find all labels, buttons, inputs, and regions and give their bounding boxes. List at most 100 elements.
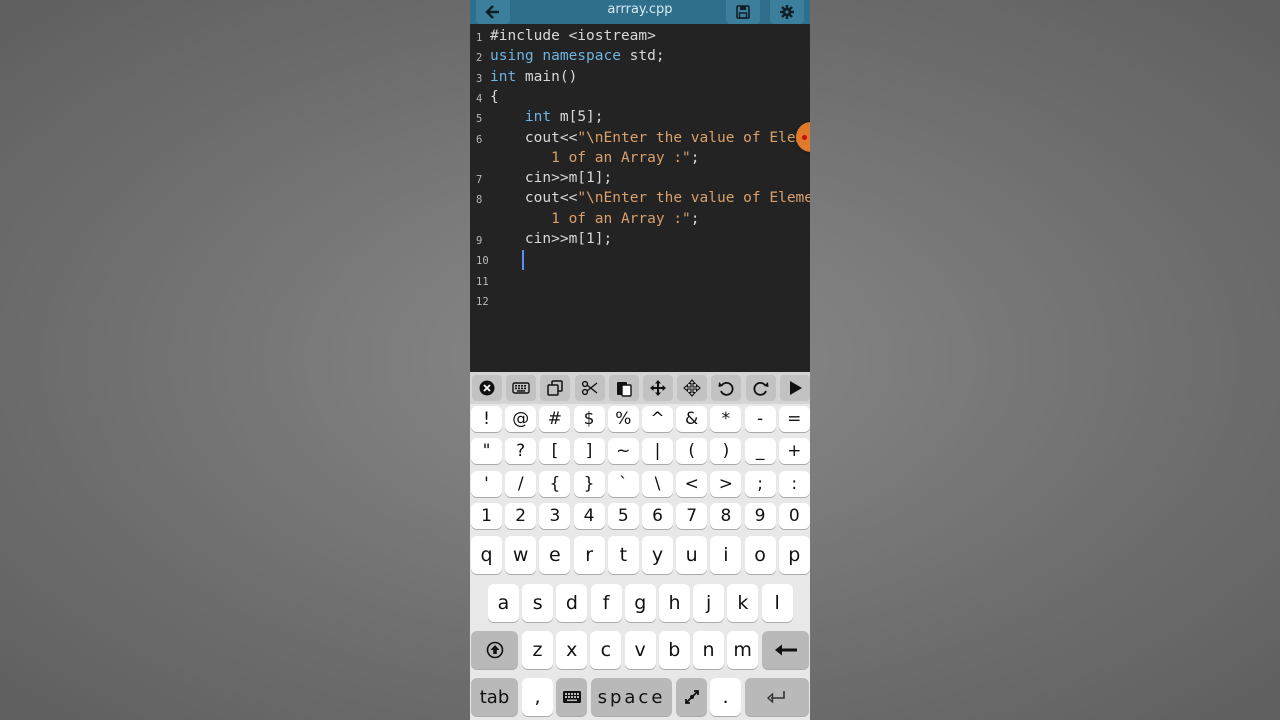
key-backslash[interactable]: \ bbox=[642, 470, 673, 497]
key-r[interactable]: r bbox=[573, 536, 605, 574]
code-text: 1 of an Array :"; bbox=[490, 150, 699, 166]
key-z[interactable]: z bbox=[522, 631, 553, 669]
close-tool-button[interactable] bbox=[472, 375, 502, 401]
move-cursor-tool-button[interactable] bbox=[643, 375, 673, 401]
key-caret[interactable]: ^ bbox=[642, 406, 673, 432]
key-f[interactable]: f bbox=[590, 584, 622, 622]
key-plus[interactable]: + bbox=[778, 438, 810, 465]
key-less-than[interactable]: < bbox=[676, 470, 708, 497]
key-w[interactable]: w bbox=[505, 536, 537, 574]
key-question[interactable]: ? bbox=[505, 438, 537, 465]
key-slash[interactable]: / bbox=[505, 470, 537, 497]
key-a[interactable]: a bbox=[488, 584, 519, 622]
key-v[interactable]: v bbox=[624, 631, 656, 669]
key-at[interactable]: @ bbox=[505, 406, 537, 432]
key-s[interactable]: s bbox=[522, 584, 554, 622]
key-backtick[interactable]: ` bbox=[607, 470, 639, 497]
key-t[interactable]: t bbox=[607, 536, 639, 574]
key-q[interactable]: q bbox=[471, 536, 502, 574]
line-number: 3 bbox=[476, 72, 483, 85]
cut-tool-button[interactable] bbox=[574, 375, 605, 401]
key-y[interactable]: y bbox=[642, 536, 673, 574]
key-h[interactable]: h bbox=[659, 584, 690, 622]
close-icon bbox=[479, 380, 495, 396]
key-underscore[interactable]: _ bbox=[744, 438, 776, 465]
code-text: cin>>m[1]; bbox=[490, 170, 612, 186]
key-2[interactable]: 2 bbox=[505, 502, 537, 529]
key-equals[interactable]: = bbox=[778, 406, 810, 432]
line-number: 11 bbox=[476, 275, 489, 288]
key-semicolon[interactable]: ; bbox=[744, 470, 776, 497]
key-ampersand[interactable]: & bbox=[676, 406, 708, 432]
key-hash[interactable]: # bbox=[539, 406, 571, 432]
key-g[interactable]: g bbox=[624, 584, 656, 622]
cursor-control-key[interactable] bbox=[676, 678, 707, 716]
key-o[interactable]: o bbox=[744, 536, 776, 574]
tab-key[interactable]: tab bbox=[471, 678, 518, 716]
key-apostrophe[interactable]: ' bbox=[471, 470, 502, 497]
key-8[interactable]: 8 bbox=[710, 502, 742, 529]
settings-button[interactable] bbox=[770, 0, 804, 24]
key-tilde[interactable]: ~ bbox=[607, 438, 639, 465]
backspace-key[interactable] bbox=[762, 631, 809, 669]
key-c[interactable]: c bbox=[590, 631, 622, 669]
key-k[interactable]: k bbox=[727, 584, 759, 622]
key-asterisk[interactable]: * bbox=[710, 406, 742, 432]
paste-tool-button[interactable] bbox=[608, 375, 639, 401]
key-lparen[interactable]: ( bbox=[676, 438, 708, 465]
key-period[interactable]: . bbox=[710, 678, 741, 716]
key-u[interactable]: u bbox=[676, 536, 708, 574]
key-b[interactable]: b bbox=[658, 631, 690, 669]
keyboard-tool-button[interactable] bbox=[506, 375, 537, 401]
key-n[interactable]: n bbox=[693, 631, 724, 669]
key-greater-than[interactable]: > bbox=[710, 470, 742, 497]
key-percent[interactable]: % bbox=[607, 406, 639, 432]
run-tool-button[interactable] bbox=[779, 375, 810, 401]
space-key[interactable]: space bbox=[591, 678, 672, 716]
key-i[interactable]: i bbox=[710, 536, 742, 574]
key-minus[interactable]: - bbox=[744, 406, 776, 432]
code-token: ; bbox=[690, 210, 700, 227]
code-token: 1 of an Array :" bbox=[490, 210, 691, 227]
key-5[interactable]: 5 bbox=[607, 502, 639, 529]
key-colon[interactable]: : bbox=[778, 470, 810, 497]
key-j[interactable]: j bbox=[693, 584, 725, 622]
key-l[interactable]: l bbox=[761, 584, 793, 622]
key-3[interactable]: 3 bbox=[539, 502, 571, 529]
key-1[interactable]: 1 bbox=[471, 502, 502, 529]
save-button[interactable] bbox=[726, 0, 760, 24]
key-dollar[interactable]: $ bbox=[573, 406, 605, 432]
key-lbracket[interactable]: [ bbox=[539, 438, 571, 465]
shift-key[interactable] bbox=[471, 631, 518, 669]
key-0[interactable]: 0 bbox=[778, 502, 810, 529]
key-m[interactable]: m bbox=[727, 631, 759, 669]
key-4[interactable]: 4 bbox=[573, 502, 605, 529]
key-rparen[interactable]: ) bbox=[710, 438, 742, 465]
key-7[interactable]: 7 bbox=[676, 502, 708, 529]
redo-tool-button[interactable] bbox=[745, 375, 776, 401]
enter-key[interactable] bbox=[745, 678, 809, 716]
key-6[interactable]: 6 bbox=[642, 502, 673, 529]
key-x[interactable]: x bbox=[556, 631, 588, 669]
key-comma[interactable]: , bbox=[522, 678, 553, 716]
code-token: cout<< bbox=[490, 129, 578, 146]
select-move-tool-button[interactable] bbox=[677, 375, 708, 401]
key-d[interactable]: d bbox=[556, 584, 588, 622]
key-rbrace[interactable]: } bbox=[573, 470, 605, 497]
keyboard-switch-key[interactable] bbox=[556, 678, 587, 716]
key-lbrace[interactable]: { bbox=[539, 470, 571, 497]
code-token: using namespace bbox=[490, 48, 621, 65]
key-exclaim[interactable]: ! bbox=[471, 406, 502, 432]
key-pipe[interactable]: | bbox=[642, 438, 673, 465]
code-editor[interactable]: 1 #include <iostream> 2 using namespace std… bbox=[470, 24, 810, 372]
key-p[interactable]: p bbox=[778, 536, 810, 574]
soft-keyboard: ! @ # $% ^ & * - = "?[] ~ |() _ + ' /{} ` \ < >;: 1 2 3 4 5 6 7 8 9 0… bbox=[470, 372, 810, 720]
undo-tool-button[interactable] bbox=[711, 375, 742, 401]
key-e[interactable]: e bbox=[539, 536, 571, 574]
key-rbracket[interactable]: ] bbox=[573, 438, 605, 465]
gear-icon bbox=[780, 5, 794, 19]
key-quote[interactable]: " bbox=[471, 438, 502, 465]
copy-tool-button[interactable] bbox=[540, 375, 571, 401]
key-9[interactable]: 9 bbox=[744, 502, 776, 529]
